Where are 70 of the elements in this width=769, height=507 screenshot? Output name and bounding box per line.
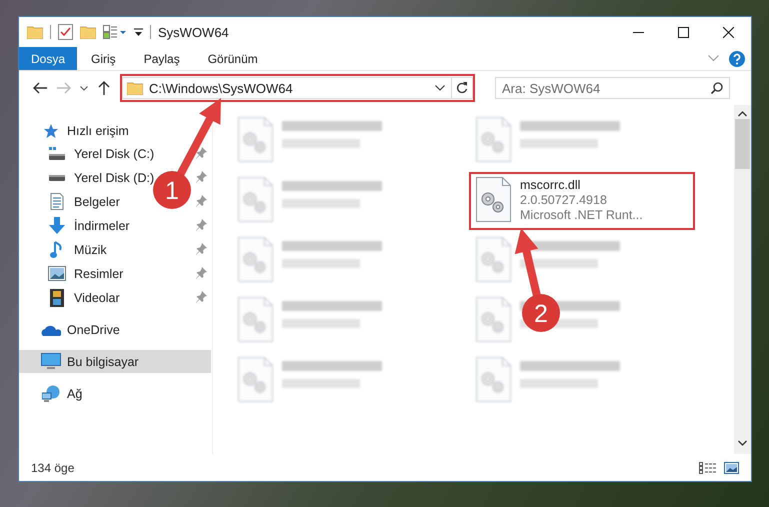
new-folder-icon	[80, 25, 96, 39]
monitor-icon	[41, 353, 61, 370]
cloud-icon	[41, 324, 61, 336]
address-bar[interactable]: C:\Windows\SysWOW64	[120, 74, 475, 102]
item-count: 134 öge	[31, 460, 74, 474]
refresh-button[interactable]	[451, 77, 473, 99]
details-view-icon[interactable]	[699, 462, 716, 474]
up-arrow-icon[interactable]	[98, 81, 110, 95]
quick-access-item[interactable]: İndirmeler	[74, 218, 130, 232]
nav-item[interactable]: OneDrive	[67, 322, 120, 336]
pin-icon[interactable]	[196, 243, 207, 255]
pin-icon[interactable]	[196, 147, 207, 159]
drive-icon	[49, 174, 65, 180]
scroll-down-icon[interactable]	[738, 440, 747, 446]
ribbon-tab[interactable]: Giriş	[77, 47, 130, 70]
quick-access-item[interactable]: Müzik	[74, 242, 107, 256]
file-version: 2.0.50727.4918	[520, 193, 608, 208]
film-icon	[50, 288, 64, 306]
recent-locations-icon[interactable]	[80, 86, 88, 90]
step-number-badge: 2	[522, 294, 560, 332]
pin-icon[interactable]	[196, 171, 207, 183]
large-icons-view-icon[interactable]	[724, 462, 739, 474]
pin-icon[interactable]	[196, 291, 207, 303]
back-arrow-icon[interactable]	[33, 82, 47, 94]
quick-access-item[interactable]: Belgeler	[74, 194, 120, 208]
ribbon-tab[interactable]: Dosya	[19, 47, 78, 70]
dll-file-icon	[476, 177, 511, 222]
nav-item[interactable]: Bu bilgisayar	[67, 354, 139, 368]
help-icon[interactable]	[729, 50, 745, 66]
network-icon	[42, 385, 60, 402]
file-name: mscorrc.dll	[520, 178, 582, 193]
selected-nav-row[interactable]: Bu bilgisayar	[19, 350, 211, 373]
file-description: Microsoft .NET Runt...	[520, 208, 643, 223]
vertical-scrollbar[interactable]	[734, 105, 751, 454]
quick-access-item[interactable]: Yerel Disk (C:)	[74, 146, 154, 160]
scroll-up-icon[interactable]	[738, 111, 747, 117]
quick-access-item[interactable]: Resimler	[74, 266, 124, 280]
expand-ribbon-icon[interactable]	[708, 55, 719, 62]
dropdown-caret-icon[interactable]	[435, 85, 445, 91]
view-options-icon[interactable]	[103, 25, 127, 39]
folder-icon	[27, 25, 43, 39]
document-icon	[50, 193, 64, 210]
file-item[interactable]: mscorrc.dll 2.0.50727.4918 Microsoft .NET Runt...	[469, 172, 695, 230]
pin-icon[interactable]	[196, 195, 207, 207]
nav-item[interactable]: Hızlı erişim	[67, 124, 129, 138]
window-title: SysWOW64	[158, 24, 229, 40]
quick-access-item[interactable]: Yerel Disk (D:)	[74, 170, 154, 184]
ribbon-tab[interactable]: Görünüm	[194, 47, 272, 70]
download-arrow-icon	[48, 217, 66, 234]
customize-toolbar-icon[interactable]	[134, 28, 143, 36]
maximize-icon[interactable]	[678, 26, 689, 38]
pin-icon[interactable]	[196, 267, 207, 279]
nav-item[interactable]: Ağ	[67, 386, 82, 400]
ribbon-tab[interactable]: Paylaş	[130, 47, 194, 70]
music-note-icon	[50, 240, 64, 258]
quick-access-item[interactable]: Videolar	[74, 290, 120, 304]
close-icon[interactable]	[723, 26, 734, 38]
properties-icon[interactable]	[58, 24, 73, 40]
pin-icon[interactable]	[196, 219, 207, 231]
drive-icon	[48, 146, 66, 160]
forward-arrow-icon[interactable]	[57, 82, 71, 94]
search-field[interactable]: Ara: SysWOW64	[495, 77, 730, 99]
folder-icon	[127, 81, 143, 95]
scrollbar-thumb[interactable]	[735, 119, 750, 169]
search-icon	[711, 82, 723, 94]
refresh-icon	[456, 82, 468, 94]
picture-icon	[48, 266, 66, 281]
step-number-badge: 1	[153, 171, 191, 209]
star-icon	[43, 122, 59, 138]
address-path: C:\Windows\SysWOW64	[149, 80, 294, 96]
